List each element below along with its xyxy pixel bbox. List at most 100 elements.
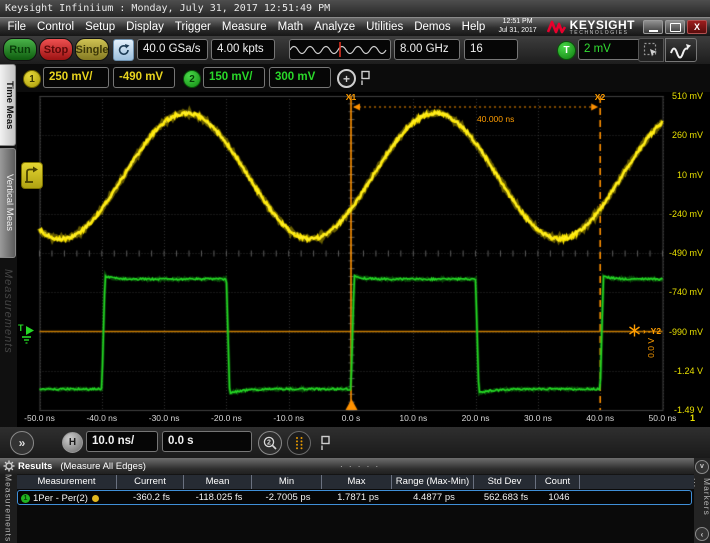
- y2-marker[interactable]: › -Y2: [628, 324, 661, 337]
- close-button[interactable]: X: [687, 20, 707, 34]
- scope-display[interactable]: [17, 92, 710, 427]
- y2-arrow: ›: [643, 326, 646, 336]
- h-position-field[interactable]: 0.0 s: [162, 431, 252, 452]
- menu-item-math[interactable]: Math: [272, 21, 309, 33]
- menu-item-demos[interactable]: Demos: [409, 21, 456, 33]
- sidebar-expander-button[interactable]: »: [10, 431, 34, 455]
- title-bar: Keysight Infiniium : Monday, July 31, 20…: [0, 0, 710, 17]
- averages-field[interactable]: 16: [464, 39, 518, 60]
- gear-icon: [3, 460, 15, 472]
- stop-button[interactable]: Stop: [39, 38, 73, 61]
- ch1-offset-field[interactable]: -490 mV: [113, 67, 175, 88]
- results-panel: Results (Measure All Edges) · · · · · Me…: [0, 458, 710, 543]
- measurement-row[interactable]: 11Per - Per(2)-360.2 fs-118.025 fs-2.700…: [17, 490, 692, 505]
- results-title: Results: [18, 461, 52, 472]
- tab-time-meas[interactable]: Time Meas: [0, 64, 16, 146]
- window-title: Keysight Infiniium : Monday, July 31, 20…: [5, 3, 330, 14]
- column-header: Mean: [184, 475, 252, 489]
- x-axis-tick: -20.0 ns: [211, 413, 242, 423]
- maximize-icon: [670, 23, 681, 32]
- dotted-markers-icon: [291, 435, 307, 451]
- scope-plot: -50.0 ns-40.0 ns-30.0 ns-20.0 ns-10.0 ns…: [17, 92, 710, 427]
- horizontal-badge[interactable]: H: [62, 432, 83, 453]
- menu-item-control[interactable]: Control: [32, 21, 80, 33]
- results-side-left: Measurements: [0, 474, 17, 543]
- bandwidth-field[interactable]: 8.00 GHz: [394, 39, 460, 60]
- clear-display-button[interactable]: [113, 39, 134, 61]
- trigger-level-marker[interactable]: T: [18, 321, 39, 347]
- menu-item-analyze[interactable]: Analyze: [309, 21, 361, 33]
- waveform-preview-icon: [290, 40, 390, 59]
- menu-item-help[interactable]: Help: [456, 21, 491, 33]
- keysight-infiniium-window: Keysight Infiniium : Monday, July 31, 20…: [0, 0, 710, 543]
- menu-item-file[interactable]: File: [2, 21, 32, 33]
- x-axis-tick: 0.0 s: [342, 413, 360, 423]
- memory-depth-field[interactable]: 4.00 kpts: [211, 39, 275, 60]
- menu-item-setup[interactable]: Setup: [80, 21, 121, 33]
- time-markers-button[interactable]: [287, 431, 311, 455]
- x2-marker-label[interactable]: X2: [595, 92, 605, 102]
- zoom-region-button[interactable]: [638, 38, 664, 62]
- y2-name-label: -Y2: [648, 326, 661, 336]
- clock-time: 12:51 PM: [503, 18, 533, 25]
- menu-items: FileControlSetupDisplayTriggerMeasureMat…: [2, 21, 491, 33]
- autoscale-icon: [669, 41, 693, 59]
- y-axis-tick: 260 mV: [641, 130, 703, 140]
- sample-rate-field[interactable]: 40.0 GSa/s: [137, 39, 208, 60]
- maximize-button[interactable]: [665, 20, 685, 34]
- pin-hbar-button[interactable]: [318, 434, 332, 451]
- y2-value-label: 0.0 V: [646, 338, 656, 358]
- results-titlebar[interactable]: Results (Measure All Edges) · · · · ·: [0, 458, 710, 474]
- y-axis-tick: 10 mV: [641, 170, 703, 180]
- markers-collapse-button[interactable]: v: [695, 460, 709, 474]
- clear-display-icon: [117, 43, 131, 57]
- x-axis-tick: -50.0 ns: [24, 413, 55, 423]
- markers-tab[interactable]: Markers ...: [692, 478, 710, 528]
- minimize-button[interactable]: [643, 20, 663, 34]
- measurement-value: -2.7005 ps: [253, 491, 323, 506]
- page-indicator: 1: [690, 413, 695, 423]
- brand-name: KEYSIGHT: [570, 19, 635, 31]
- results-settings-button[interactable]: [0, 460, 18, 472]
- measurement-name-cell: 11Per - Per(2): [18, 491, 118, 506]
- menu-item-trigger[interactable]: Trigger: [169, 21, 216, 33]
- run-button[interactable]: Run: [3, 38, 37, 61]
- h-scale-field[interactable]: 10.0 ns/: [86, 431, 158, 452]
- zoom2-magnifier-icon: 2: [262, 435, 278, 451]
- menu-item-display[interactable]: Display: [121, 21, 170, 33]
- channel-2-badge[interactable]: 2: [183, 70, 201, 88]
- zoom2-button[interactable]: 2: [258, 431, 282, 455]
- trigger-position-preview[interactable]: [289, 39, 391, 60]
- add-waveform-button[interactable]: +: [337, 69, 356, 88]
- left-tab-strip: Time Meas Vertical Meas Measurements: [0, 64, 17, 427]
- ch2-scale-field[interactable]: 150 mV/: [203, 67, 265, 88]
- pin-toolbar-button[interactable]: [358, 69, 372, 86]
- measurement-value: -118.025 fs: [185, 491, 253, 506]
- results-drag-handle[interactable]: · · · · ·: [340, 462, 380, 471]
- column-header: Count: [536, 475, 580, 489]
- keysight-logo: KEYSIGHT TECHNOLOGIES: [547, 19, 635, 36]
- measurement-value: -360.2 fs: [118, 491, 185, 506]
- ch2-offset-field[interactable]: 300 mV: [269, 67, 331, 88]
- measurement-value: 1046: [537, 491, 581, 506]
- column-header: Min: [252, 475, 322, 489]
- x-axis-tick: 10.0 ns: [399, 413, 427, 423]
- ch1-scale-field[interactable]: 250 mV/: [43, 67, 109, 88]
- x1-marker-label[interactable]: X1: [346, 92, 356, 102]
- y-axis-tick: -1.24 V: [641, 366, 703, 376]
- autoscale-button[interactable]: [665, 38, 697, 62]
- channel-1-badge[interactable]: 1: [23, 70, 41, 88]
- tab-vertical-meas[interactable]: Vertical Meas: [0, 148, 16, 258]
- ch1-reference-marker[interactable]: [21, 162, 43, 189]
- results-header-row: MeasurementCurrentMeanMinMaxRange (Max-M…: [17, 475, 694, 489]
- acquisition-toolbar: Run Stop Single 40.0 GSa/s 4.00 kpts 8.0…: [0, 36, 710, 64]
- menu-item-measure[interactable]: Measure: [216, 21, 272, 33]
- svg-text:2: 2: [267, 440, 271, 447]
- trigger-badge[interactable]: T: [557, 41, 576, 60]
- pin-icon-2: [319, 435, 331, 451]
- x-axis-tick: 20.0 ns: [462, 413, 490, 423]
- single-button[interactable]: Single: [75, 38, 109, 61]
- menu-item-utilities[interactable]: Utilities: [361, 21, 409, 33]
- markers-prev-button[interactable]: ‹: [695, 527, 709, 541]
- column-header: Range (Max-Min): [392, 475, 474, 489]
